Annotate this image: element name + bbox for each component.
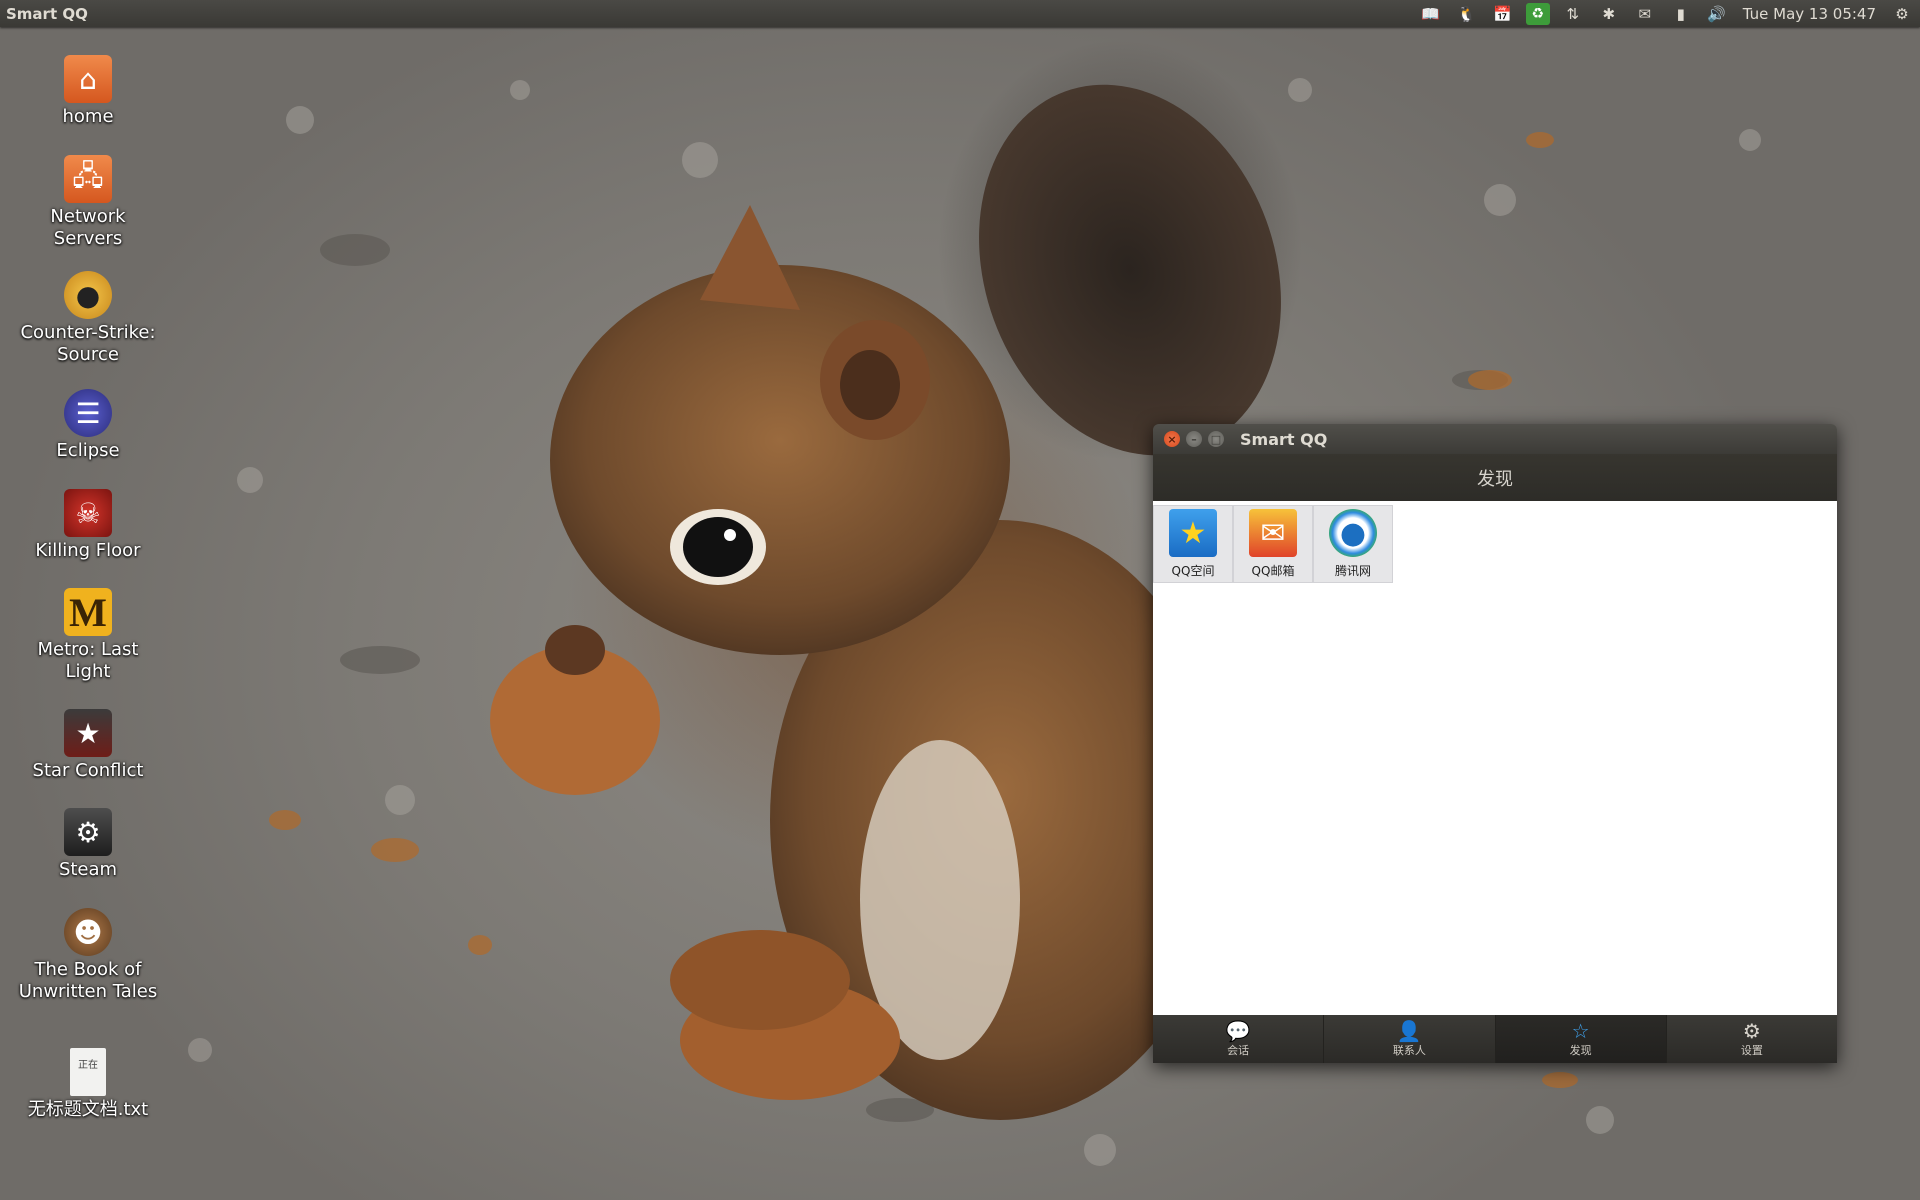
window-titlebar[interactable]: × – □ Smart QQ [1153, 424, 1837, 454]
desktop-icon-label: Network Servers [50, 206, 126, 249]
counter-strike-icon: ● [64, 271, 112, 319]
active-app-name: Smart QQ [6, 4, 88, 23]
contact-person-icon: 👤 [1396, 1019, 1422, 1043]
eclipse-icon: ☰ [64, 389, 112, 437]
desktop-icon-home[interactable]: ⌂ home [18, 55, 158, 128]
app-tile-label: 腾讯网 [1334, 564, 1371, 578]
app-tile-label: QQ邮箱 [1251, 564, 1295, 578]
green-recycle-icon[interactable]: ♻ [1525, 2, 1550, 25]
desktop-icon-label: Metro: Last Light [37, 639, 139, 682]
page-title: 发现 [1153, 454, 1837, 501]
app-tile-label: QQ空间 [1171, 564, 1215, 578]
steam-icon: ⚙ [64, 808, 112, 856]
desktop-icon-label: Steam [58, 859, 118, 880]
tab-label: 联系人 [1392, 1044, 1426, 1057]
system-tray: 📖 🐧 📅 ♻ ⇅ ✱ ✉ ▮ 🔊 Tue May 13 05:47 ⚙ [1413, 0, 1920, 27]
qq-penguin-icon[interactable]: 🐧 [1454, 0, 1480, 27]
minimize-button[interactable]: – [1186, 431, 1202, 447]
desktop-icon-label: The Book of Unwritten Tales [18, 959, 158, 1002]
settings-gear-icon[interactable]: ⚙ [1889, 0, 1915, 27]
desktop-icon-label: Star Conflict [32, 760, 144, 781]
window-title: Smart QQ [1240, 429, 1328, 449]
bluetooth-icon[interactable]: ✱ [1596, 0, 1622, 27]
network-folder-icon: 🖧 [64, 155, 112, 203]
desktop-icon-label: Killing Floor [35, 540, 141, 561]
desktop-icon-text-file[interactable]: 正在 无标题文档.txt [18, 1048, 158, 1121]
desktop-icon-label: Eclipse [56, 440, 120, 461]
mail-icon[interactable]: ✉ [1632, 0, 1658, 27]
close-button[interactable]: × [1164, 431, 1180, 447]
desktop-icon-counter-strike[interactable]: ● Counter-Strike: Source [18, 271, 158, 366]
text-file-thumb-text: 正在 [78, 1060, 98, 1071]
clock[interactable]: Tue May 13 05:47 [1743, 5, 1876, 23]
desktop-icon-star-conflict[interactable]: ★ Star Conflict [18, 709, 158, 782]
chat-bubble-icon: 💬 [1225, 1019, 1251, 1043]
qzone-star-icon: ★ [1169, 509, 1217, 557]
smart-qq-window: × – □ Smart QQ 发现 ★ QQ空间 ✉ QQ邮箱 ● 腾讯网 💬 … [1153, 424, 1837, 1063]
tencent-news-icon: ● [1329, 509, 1377, 557]
tab-label: 设置 [1740, 1044, 1763, 1057]
desktop-icon-book-of-unwritten-tales[interactable]: ☻ The Book of Unwritten Tales [18, 908, 158, 1003]
top-panel: Smart QQ 📖 🐧 📅 ♻ ⇅ ✱ ✉ ▮ 🔊 Tue May 13 05… [0, 0, 1920, 27]
network-arrows-icon[interactable]: ⇅ [1560, 0, 1586, 27]
volume-icon[interactable]: 🔊 [1704, 0, 1730, 27]
tab-contacts[interactable]: 👤 联系人 [1324, 1015, 1496, 1063]
book-of-tales-icon: ☻ [64, 908, 112, 956]
qq-mail-icon: ✉ [1249, 509, 1297, 557]
tab-label: 发现 [1569, 1044, 1592, 1057]
tab-label: 会话 [1227, 1044, 1250, 1057]
desktop-icon-label: 无标题文档.txt [27, 1099, 149, 1120]
app-tile-qzone[interactable]: ★ QQ空间 [1153, 505, 1233, 583]
settings-gear-icon: ⚙ [1742, 1019, 1761, 1043]
text-file-icon: 正在 [70, 1048, 106, 1096]
maximize-button[interactable]: □ [1208, 431, 1224, 447]
desktop-icon-killing-floor[interactable]: ☠ Killing Floor [18, 489, 158, 562]
app-tile-qq-mail[interactable]: ✉ QQ邮箱 [1233, 505, 1313, 583]
discover-panel: ★ QQ空间 ✉ QQ邮箱 ● 腾讯网 [1153, 501, 1837, 1015]
app-tile-tencent-news[interactable]: ● 腾讯网 [1313, 505, 1393, 583]
metro-icon: M [64, 588, 112, 636]
tab-discover[interactable]: ☆ 发现 [1495, 1015, 1667, 1063]
calendar-icon[interactable]: 📅 [1490, 0, 1516, 27]
star-conflict-icon: ★ [64, 709, 112, 757]
desktop-icon-label: Counter-Strike: Source [20, 322, 156, 365]
desktop-icon-metro-last-light[interactable]: M Metro: Last Light [18, 588, 158, 683]
bottom-tab-bar: 💬 会话 👤 联系人 ☆ 发现 ⚙ 设置 [1153, 1015, 1837, 1063]
book-icon[interactable]: 📖 [1418, 0, 1444, 27]
discover-star-icon: ☆ [1571, 1019, 1590, 1043]
killing-floor-icon: ☠ [64, 489, 112, 537]
desktop-icon-label: home [62, 106, 114, 127]
desktop-icon-network-servers[interactable]: 🖧 Network Servers [18, 155, 158, 250]
desktop-icon-steam[interactable]: ⚙ Steam [18, 808, 158, 881]
home-folder-icon: ⌂ [64, 55, 112, 103]
tab-settings[interactable]: ⚙ 设置 [1667, 1015, 1837, 1063]
battery-icon[interactable]: ▮ [1668, 0, 1694, 27]
desktop-icon-eclipse[interactable]: ☰ Eclipse [18, 389, 158, 462]
tab-chat[interactable]: 💬 会话 [1153, 1015, 1325, 1063]
